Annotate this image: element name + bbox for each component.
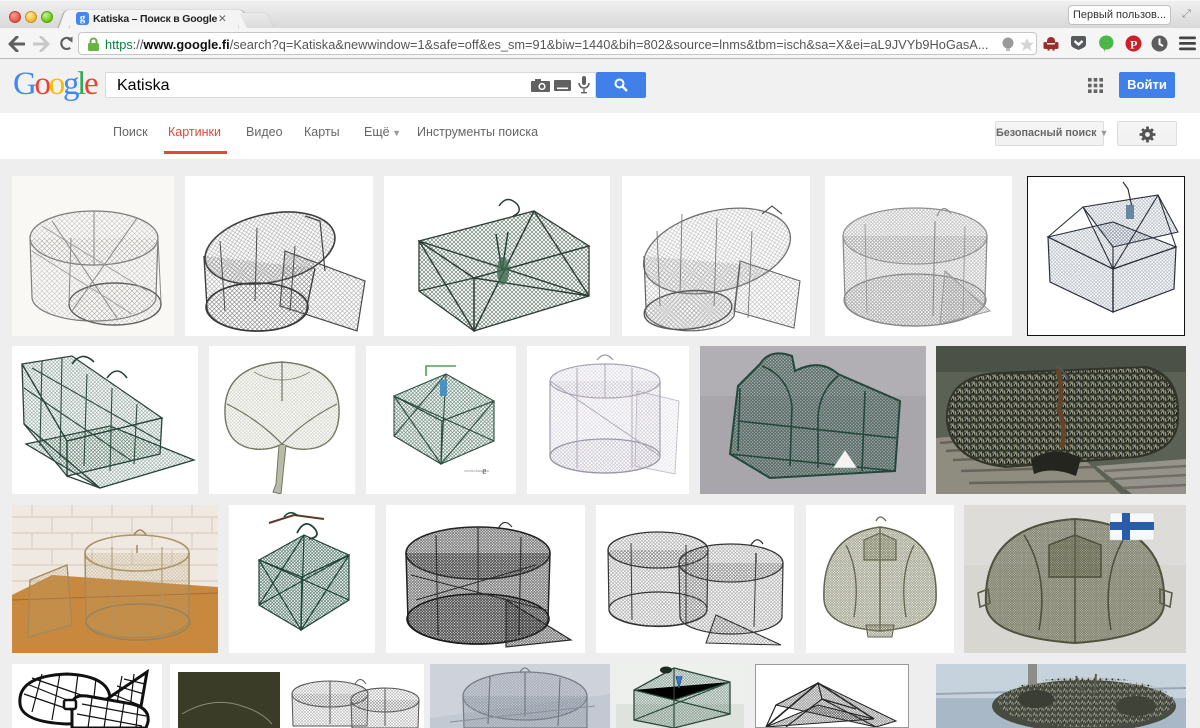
svg-text:verkkokauppa: verkkokauppa: [464, 468, 490, 473]
svg-text:P: P: [1130, 38, 1137, 52]
